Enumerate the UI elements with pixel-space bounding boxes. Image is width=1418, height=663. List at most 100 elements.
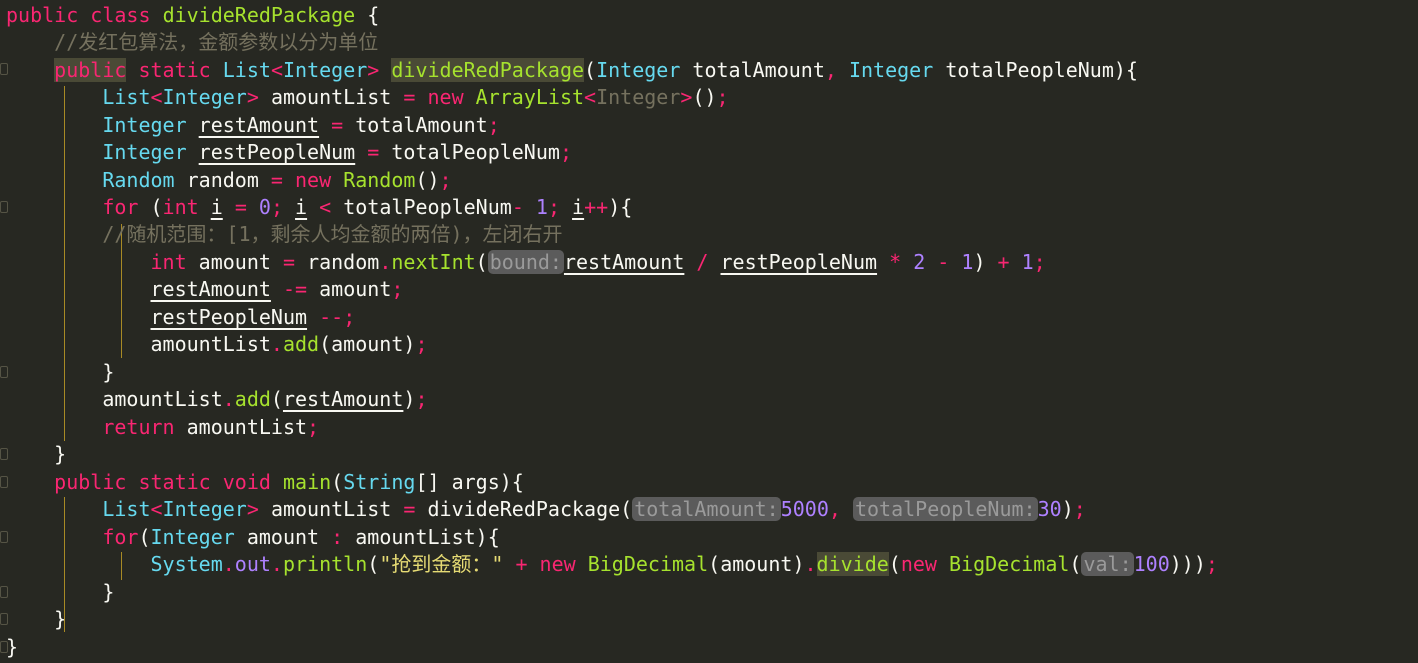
variable: amount bbox=[720, 552, 793, 576]
variable: amountList bbox=[270, 497, 392, 521]
variable: amount bbox=[319, 277, 392, 301]
code-line-comment[interactable]: //随机范围：[1，剩余人均金额的两倍)，左闭右开 bbox=[6, 221, 563, 248]
paren: ) bbox=[403, 387, 416, 411]
code-line-comment[interactable]: //发红包算法，金额参数以分为单位 bbox=[6, 29, 378, 56]
variable: restAmount bbox=[150, 277, 271, 301]
code-line-for-loop[interactable]: for(Integer amount : amountList){ bbox=[6, 524, 499, 551]
variable: amount bbox=[331, 332, 404, 356]
code-line[interactable]: Random random = new Random(); bbox=[6, 167, 452, 194]
param: totalAmount bbox=[692, 58, 825, 82]
number: 1 bbox=[961, 250, 974, 274]
paren: ) bbox=[973, 250, 986, 274]
paren: ))) bbox=[1169, 552, 1206, 576]
method-call: divideRedPackage bbox=[427, 497, 621, 521]
keyword: for bbox=[102, 525, 139, 549]
code-line[interactable]: Integer restAmount = totalAmount; bbox=[6, 112, 500, 139]
code-editor[interactable]: public class divideRedPackage { //发红包算法，… bbox=[0, 0, 1418, 663]
keyword: new bbox=[539, 552, 576, 576]
variable: i bbox=[572, 195, 585, 219]
code-line[interactable]: System.out.println("抢到金额：" + new BigDeci… bbox=[6, 551, 1218, 578]
comment: //随机范围：[1，剩余人均金额的两倍)，左闭右开 bbox=[102, 222, 563, 246]
class-name: BigDecimal bbox=[587, 552, 709, 576]
paren: ( bbox=[367, 552, 380, 576]
operator: > bbox=[246, 85, 259, 109]
operator: < bbox=[584, 85, 597, 109]
semicolon: ; bbox=[716, 85, 729, 109]
operator: = bbox=[234, 195, 247, 219]
operator: - bbox=[937, 250, 950, 274]
comment: //发红包算法，金额参数以分为单位 bbox=[54, 30, 379, 54]
operator: = bbox=[270, 168, 283, 192]
operator: < bbox=[150, 85, 163, 109]
paren: ( bbox=[331, 470, 344, 494]
paren: ) bbox=[1061, 497, 1074, 521]
operator: > bbox=[680, 85, 693, 109]
keyword: new bbox=[295, 168, 332, 192]
type: List bbox=[222, 58, 271, 82]
class-name: Random bbox=[343, 168, 416, 192]
class-name: ArrayList bbox=[475, 85, 585, 109]
dot: . bbox=[270, 332, 283, 356]
code-line[interactable]: restAmount -= amount; bbox=[6, 276, 404, 303]
code-line-for-loop[interactable]: for (int i = 0; i < totalPeopleNum- 1; i… bbox=[6, 194, 632, 221]
number: 1 bbox=[535, 195, 548, 219]
paren: ( bbox=[708, 552, 721, 576]
paren: () bbox=[692, 85, 717, 109]
type: Integer bbox=[150, 525, 235, 549]
code-line[interactable]: amountList.add(restAmount); bbox=[6, 386, 427, 413]
semicolon: ; bbox=[415, 332, 428, 356]
semicolon: ; bbox=[487, 113, 500, 137]
method-call-highlighted: divide bbox=[816, 552, 889, 576]
paren: ){ bbox=[1113, 58, 1138, 82]
code-line[interactable]: List<Integer> amountList = divideRedPack… bbox=[6, 496, 1086, 523]
number: 100 bbox=[1133, 552, 1170, 576]
code-line[interactable]: } bbox=[6, 441, 66, 468]
semicolon: ; bbox=[1073, 497, 1086, 521]
class-name: BigDecimal bbox=[949, 552, 1070, 576]
paren: ( bbox=[1069, 552, 1082, 576]
code-line[interactable]: return amountList; bbox=[6, 414, 319, 441]
paren: ( bbox=[150, 195, 163, 219]
keyword: static bbox=[138, 58, 211, 82]
variable: restPeopleNum bbox=[198, 140, 356, 164]
operator: < bbox=[319, 195, 332, 219]
operator: -= bbox=[282, 277, 308, 301]
operator: : bbox=[331, 525, 344, 549]
code-line[interactable]: } bbox=[6, 606, 66, 633]
paren: ( bbox=[888, 552, 901, 576]
keyword: for bbox=[102, 195, 139, 219]
class-name: System bbox=[150, 552, 223, 576]
code-line-main-declaration[interactable]: public static void main(String[] args){ bbox=[6, 469, 524, 496]
method-name: main bbox=[282, 470, 332, 494]
operator: * bbox=[889, 250, 902, 274]
variable: totalPeopleNum bbox=[391, 140, 560, 164]
variable: i bbox=[295, 195, 308, 219]
variable: restPeopleNum bbox=[720, 250, 878, 274]
variable: amountList bbox=[355, 525, 476, 549]
code-line[interactable]: } bbox=[6, 359, 114, 386]
semicolon: ; bbox=[439, 168, 452, 192]
code-line-method-declaration[interactable]: public static List<Integer> divideRedPac… bbox=[6, 57, 1138, 84]
keyword: class bbox=[90, 3, 151, 27]
operator: = bbox=[367, 140, 380, 164]
semicolon: ; bbox=[343, 305, 356, 329]
method-call: add bbox=[282, 332, 320, 356]
type: String bbox=[343, 470, 416, 494]
keyword: int bbox=[150, 250, 187, 274]
keyword: new bbox=[427, 85, 464, 109]
operator: ++ bbox=[584, 195, 609, 219]
parameter-hint: val: bbox=[1081, 552, 1134, 576]
number: 5000 bbox=[780, 497, 829, 521]
code-line[interactable]: Integer restPeopleNum = totalPeopleNum; bbox=[6, 139, 572, 166]
paren: ( bbox=[138, 525, 151, 549]
variable: amountList bbox=[102, 387, 223, 411]
code-line[interactable]: List<Integer> amountList = new ArrayList… bbox=[6, 84, 729, 111]
code-line[interactable]: amountList.add(amount); bbox=[6, 331, 428, 358]
code-line[interactable]: } bbox=[6, 634, 18, 661]
code-line[interactable]: int amount = random.nextInt(bound: restAm… bbox=[6, 249, 1046, 276]
code-line[interactable]: restPeopleNum --; bbox=[6, 304, 356, 331]
code-line[interactable]: } bbox=[6, 579, 114, 606]
type: Integer bbox=[162, 497, 247, 521]
code-line-class-declaration[interactable]: public class divideRedPackage { bbox=[6, 2, 379, 29]
dot: . bbox=[379, 250, 392, 274]
